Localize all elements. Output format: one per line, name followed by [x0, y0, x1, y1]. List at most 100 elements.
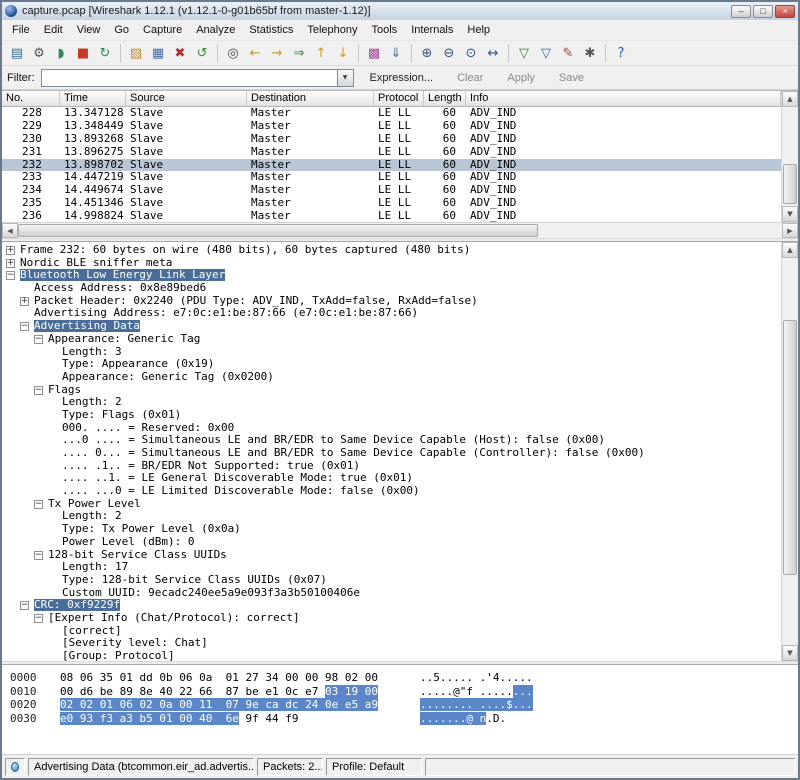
tree-line[interactable]: Length: 17	[2, 561, 781, 574]
expand-icon[interactable]: +	[6, 246, 15, 255]
tree-line[interactable]: Access Address: 0x8e89bed6	[2, 282, 781, 295]
hex-byte[interactable]: 03	[325, 685, 338, 698]
column-header-protocol[interactable]: Protocol	[374, 91, 424, 107]
tree-line[interactable]: −Tx Power Level	[2, 498, 781, 511]
detail-scrollbar[interactable]: ▲ ▼	[781, 242, 798, 661]
collapse-icon[interactable]: −	[20, 322, 29, 331]
hex-byte[interactable]: 34	[265, 671, 278, 684]
hex-byte[interactable]: 07	[226, 698, 239, 711]
colorize-icon[interactable]: ▩	[363, 42, 385, 64]
hex-byte[interactable]: 02	[345, 671, 358, 684]
hex-byte[interactable]: 02	[80, 698, 93, 711]
auto-scroll-icon[interactable]: ⇓	[385, 42, 407, 64]
packet-row-235[interactable]: 23514.451346SlaveMasterLE LL60ADV_IND	[2, 197, 781, 210]
scroll-down-button[interactable]: ▼	[782, 206, 798, 222]
tree-line[interactable]: Length: 2	[2, 396, 781, 409]
open-capture-icon[interactable]: ▧	[125, 42, 147, 64]
tree-line[interactable]: [correct]	[2, 625, 781, 638]
hex-byte[interactable]: 93	[80, 712, 93, 725]
hex-byte[interactable]: d6	[80, 685, 93, 698]
collapse-icon[interactable]: −	[20, 601, 29, 610]
preferences-icon[interactable]: ✱	[579, 42, 601, 64]
collapse-icon[interactable]: −	[6, 271, 15, 280]
ascii-char[interactable]: .	[440, 685, 447, 698]
tree-line[interactable]: .... 0... = Simultaneous LE and BR/EDR t…	[2, 447, 781, 460]
hex-byte[interactable]: 02	[60, 698, 73, 711]
hex-byte[interactable]: dc	[285, 698, 298, 711]
maximize-button[interactable]: □	[753, 5, 773, 18]
packet-row-229[interactable]: 22913.348449SlaveMasterLE LL60ADV_IND	[2, 120, 781, 133]
menu-analyze[interactable]: Analyze	[189, 21, 242, 39]
hex-byte[interactable]: 0c	[285, 685, 298, 698]
packet-list-scrollbar[interactable]: ▲ ▼	[781, 91, 798, 222]
ascii-char[interactable]: .	[440, 671, 447, 684]
hex-byte[interactable]: 00	[365, 671, 378, 684]
tree-line[interactable]: +Packet Header: 0x2240 (PDU Type: ADV_IN…	[2, 295, 781, 308]
hex-byte[interactable]: 01	[159, 712, 172, 725]
packet-row-236[interactable]: 23614.998824SlaveMasterLE LL60ADV_IND	[2, 210, 781, 222]
collapse-icon[interactable]: −	[34, 335, 43, 344]
ascii-char[interactable]: $	[506, 698, 513, 711]
expert-info-button[interactable]	[5, 758, 25, 776]
tree-line[interactable]: −[Expert Info (Chat/Protocol): correct]	[2, 612, 781, 625]
hex-byte[interactable]: 44	[265, 712, 278, 725]
column-header-info[interactable]: Info	[466, 91, 781, 107]
hex-byte[interactable]: 01	[100, 698, 113, 711]
hex-byte[interactable]: 66	[199, 685, 212, 698]
find-packet-icon[interactable]: ◎	[222, 42, 244, 64]
expand-icon[interactable]: +	[20, 297, 29, 306]
help-icon[interactable]: ?	[610, 42, 632, 64]
hex-byte[interactable]: 8e	[140, 685, 153, 698]
hex-byte[interactable]: 00	[60, 685, 73, 698]
ascii-char[interactable]	[473, 698, 480, 711]
hex-byte[interactable]: 27	[246, 671, 259, 684]
tree-line[interactable]: −Bluetooth Low Energy Link Layer	[2, 269, 781, 282]
scrollbar-thumb[interactable]	[783, 320, 797, 575]
close-capture-icon[interactable]: ✖	[169, 42, 191, 64]
capture-start-icon[interactable]: ◗	[50, 42, 72, 64]
column-header-source[interactable]: Source	[126, 91, 247, 107]
collapse-icon[interactable]: −	[34, 386, 43, 395]
go-last-packet-icon[interactable]: ↓	[332, 42, 354, 64]
packet-row-228[interactable]: 22813.347128SlaveMasterLE LL60ADV_IND	[2, 107, 781, 120]
packet-row-230[interactable]: 23013.893268SlaveMasterLE LL60ADV_IND	[2, 133, 781, 146]
column-header-destination[interactable]: Destination	[247, 91, 374, 107]
ascii-char[interactable]	[473, 685, 480, 698]
hex-byte[interactable]: 40	[159, 685, 172, 698]
zoom-out-icon[interactable]: ⊖	[438, 42, 460, 64]
ascii-char[interactable]: D	[493, 712, 500, 725]
hex-byte[interactable]: e0	[60, 712, 73, 725]
hex-byte[interactable]: 40	[199, 712, 212, 725]
hex-byte[interactable]: 01	[226, 671, 239, 684]
hex-byte[interactable]: f9	[285, 712, 298, 725]
tree-line[interactable]: +Frame 232: 60 bytes on wire (480 bits),…	[2, 244, 781, 257]
hex-byte[interactable]: 6e	[226, 712, 239, 725]
ascii-char[interactable]: .	[433, 698, 440, 711]
hex-byte[interactable]: ca	[265, 698, 278, 711]
ascii-char[interactable]	[473, 671, 480, 684]
menu-statistics[interactable]: Statistics	[242, 21, 300, 39]
ascii-char[interactable]: .	[453, 671, 460, 684]
tree-line[interactable]: .... .1.. = BR/EDR Not Supported: true (…	[2, 460, 781, 473]
ascii-char[interactable]: .	[433, 685, 440, 698]
packet-row-231[interactable]: 23113.896275SlaveMasterLE LL60ADV_IND	[2, 146, 781, 159]
ascii-char[interactable]: .	[420, 671, 427, 684]
menu-file[interactable]: File	[5, 21, 37, 39]
hex-byte[interactable]: 06	[120, 698, 133, 711]
hex-row-0020[interactable]: 002002 02 01 06 02 0a 00 11 07 9e ca dc …	[10, 698, 798, 712]
tree-line[interactable]: Advertising Address: e7:0c:e1:be:87:66 (…	[2, 307, 781, 320]
close-button[interactable]: ×	[775, 5, 795, 18]
hex-byte[interactable]: be	[100, 685, 113, 698]
tree-line[interactable]: Type: Tx Power Level (0x0a)	[2, 523, 781, 536]
menu-go[interactable]: Go	[107, 21, 136, 39]
hex-byte[interactable]: 19	[345, 685, 358, 698]
scroll-up-button[interactable]: ▲	[782, 91, 798, 107]
hex-byte[interactable]: 06	[179, 671, 192, 684]
apply-button[interactable]: Apply	[499, 69, 543, 87]
tree-line[interactable]: 000. .... = Reserved: 0x00	[2, 422, 781, 435]
expand-icon[interactable]: +	[6, 259, 15, 268]
menu-view[interactable]: View	[70, 21, 108, 39]
menu-capture[interactable]: Capture	[136, 21, 189, 39]
ascii-char[interactable]: .	[526, 685, 533, 698]
ascii-char[interactable]: f	[466, 685, 473, 698]
